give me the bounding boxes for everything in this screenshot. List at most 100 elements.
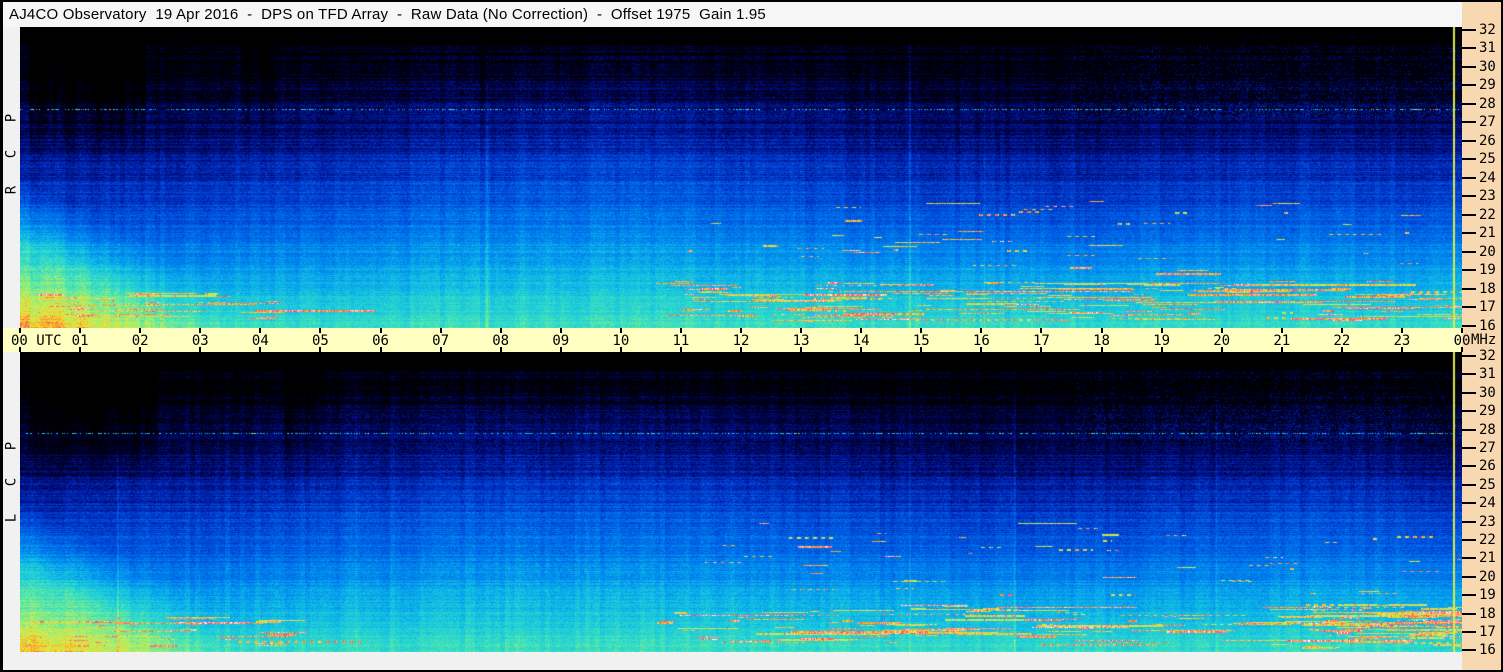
- frequency-tick: [1462, 195, 1476, 197]
- frequency-tick-label: 26: [1479, 132, 1496, 149]
- frequency-tick-label: 29: [1479, 403, 1496, 420]
- frequency-tick-label: 24: [1479, 169, 1496, 186]
- hour-label: 07: [432, 333, 450, 349]
- frequency-tick: [1462, 355, 1476, 357]
- hour-label: 20: [1213, 333, 1231, 349]
- frequency-tick: [1462, 324, 1476, 327]
- frequency-tick-label: 23: [1479, 513, 1496, 530]
- frequency-tick-label: 30: [1479, 384, 1496, 401]
- hour-label: 05: [311, 333, 329, 349]
- frequency-tick: [1462, 287, 1476, 290]
- page-background: AJ4CO Observatory 19 Apr 2016 - DPS on T…: [3, 2, 1501, 670]
- frequency-tick-label: 30: [1479, 58, 1496, 75]
- frequency-tick-label: 28: [1479, 421, 1496, 438]
- frequency-tick-label: 17: [1479, 299, 1496, 315]
- frequency-tick: [1462, 410, 1476, 413]
- hour-label: 12: [732, 333, 750, 349]
- hour-label: 08: [492, 333, 510, 349]
- frequency-tick-label: 20: [1479, 243, 1496, 260]
- hour-label: 06: [372, 333, 389, 349]
- frequency-tick-label: 23: [1479, 188, 1496, 204]
- title-bar: AJ4CO Observatory 19 Apr 2016 - DPS on T…: [3, 2, 1462, 27]
- frequency-tick-label: 32: [1479, 21, 1496, 38]
- polarization-letter: R: [3, 185, 20, 195]
- frequency-tick-label: 24: [1479, 495, 1496, 512]
- frequency-tick: [1462, 269, 1476, 271]
- frequency-tick: [1462, 176, 1476, 179]
- frequency-tick: [1462, 594, 1476, 597]
- frequency-tick-label: 26: [1479, 458, 1496, 475]
- frequency-tick-label: 25: [1479, 476, 1496, 493]
- polarization-letter: P: [3, 441, 20, 451]
- frequency-tick: [1462, 373, 1476, 376]
- frequency-tick: [1462, 649, 1476, 652]
- hour-label: 21: [1273, 333, 1291, 349]
- hour-label: 22: [1333, 333, 1351, 349]
- frequency-tick-label: 16: [1479, 642, 1496, 659]
- frequency-tick: [1462, 557, 1476, 560]
- frequency-tick: [1462, 139, 1476, 142]
- hour-label: 02: [131, 333, 149, 349]
- frequency-tick-label: 29: [1479, 77, 1496, 93]
- frequency-tick-label: 27: [1479, 114, 1496, 130]
- time-axis: 00 UTC 01 02 03 04 05 06 07 08 09 10 11 12 13 14 15 16 17…: [3, 328, 1470, 352]
- hour-label: 11: [672, 333, 690, 349]
- frequency-tick: [1462, 158, 1476, 160]
- hour-label: 09: [552, 333, 570, 349]
- lcp-spectrogram: [20, 352, 1462, 652]
- hour-label: 18: [1093, 333, 1110, 349]
- frequency-tick: [1462, 65, 1476, 68]
- hour-label: 03: [191, 333, 209, 349]
- hour-label: 17: [1032, 333, 1050, 349]
- frequency-tick-label: 31: [1479, 366, 1496, 383]
- polarization-letter: P: [3, 113, 20, 123]
- frequency-tick-label: 19: [1479, 587, 1496, 604]
- frequency-tick: [1462, 428, 1476, 431]
- frequency-tick: [1462, 502, 1476, 505]
- frequency-tick: [1462, 84, 1476, 86]
- polarization-letter: L: [3, 513, 20, 523]
- hour-label: 00 UTC: [11, 333, 62, 349]
- frequency-tick: [1462, 447, 1476, 449]
- frequency-tick: [1462, 520, 1476, 523]
- frequency-tick: [1462, 28, 1476, 31]
- frequency-tick: [1462, 575, 1476, 578]
- frequency-tick-label: 21: [1479, 225, 1496, 241]
- frequency-tick-label: 20: [1479, 568, 1496, 585]
- rcp-spectrogram: [20, 27, 1462, 328]
- polarization-letter: C: [3, 149, 20, 159]
- frequency-tick-label: 17: [1479, 624, 1496, 640]
- frequency-tick-label: 31: [1479, 40, 1496, 56]
- hour-label: 15: [912, 333, 930, 349]
- frequency-tick: [1462, 539, 1476, 541]
- frequency-tick-label: 27: [1479, 440, 1496, 456]
- frequency-tick: [1462, 121, 1476, 123]
- frequency-tick: [1462, 483, 1476, 486]
- page-title: AJ4CO Observatory 19 Apr 2016 - DPS on T…: [9, 6, 766, 23]
- frequency-tick-label: 18: [1479, 605, 1496, 622]
- frequency-tick-label: 16: [1479, 317, 1496, 334]
- hour-label: 14: [852, 333, 870, 349]
- frequency-tick: [1462, 465, 1476, 468]
- frequency-tick-label: 32: [1479, 348, 1496, 364]
- frequency-tick-label: 19: [1479, 262, 1496, 278]
- hour-label: 10: [612, 333, 630, 349]
- mhz-unit-label: MHz: [1471, 332, 1497, 348]
- frequency-tick: [1462, 391, 1476, 394]
- frequency-tick: [1462, 612, 1476, 615]
- hour-label: 01: [71, 333, 89, 349]
- polarization-letter: C: [3, 477, 20, 487]
- frequency-tick: [1462, 47, 1476, 49]
- frequency-tick: [1462, 102, 1476, 105]
- frequency-tick-label: 28: [1479, 95, 1496, 112]
- frequency-tick: [1462, 631, 1476, 633]
- hour-label: 00: [1453, 333, 1471, 349]
- hour-label: 13: [792, 333, 810, 349]
- hour-label: 16: [972, 333, 990, 349]
- frequency-tick: [1462, 306, 1476, 308]
- frequency-tick-label: 22: [1479, 532, 1496, 548]
- frequency-tick-label: 18: [1479, 280, 1496, 297]
- frequency-tick: [1462, 250, 1476, 253]
- frequency-tick: [1462, 232, 1476, 234]
- hour-label: 19: [1153, 333, 1171, 349]
